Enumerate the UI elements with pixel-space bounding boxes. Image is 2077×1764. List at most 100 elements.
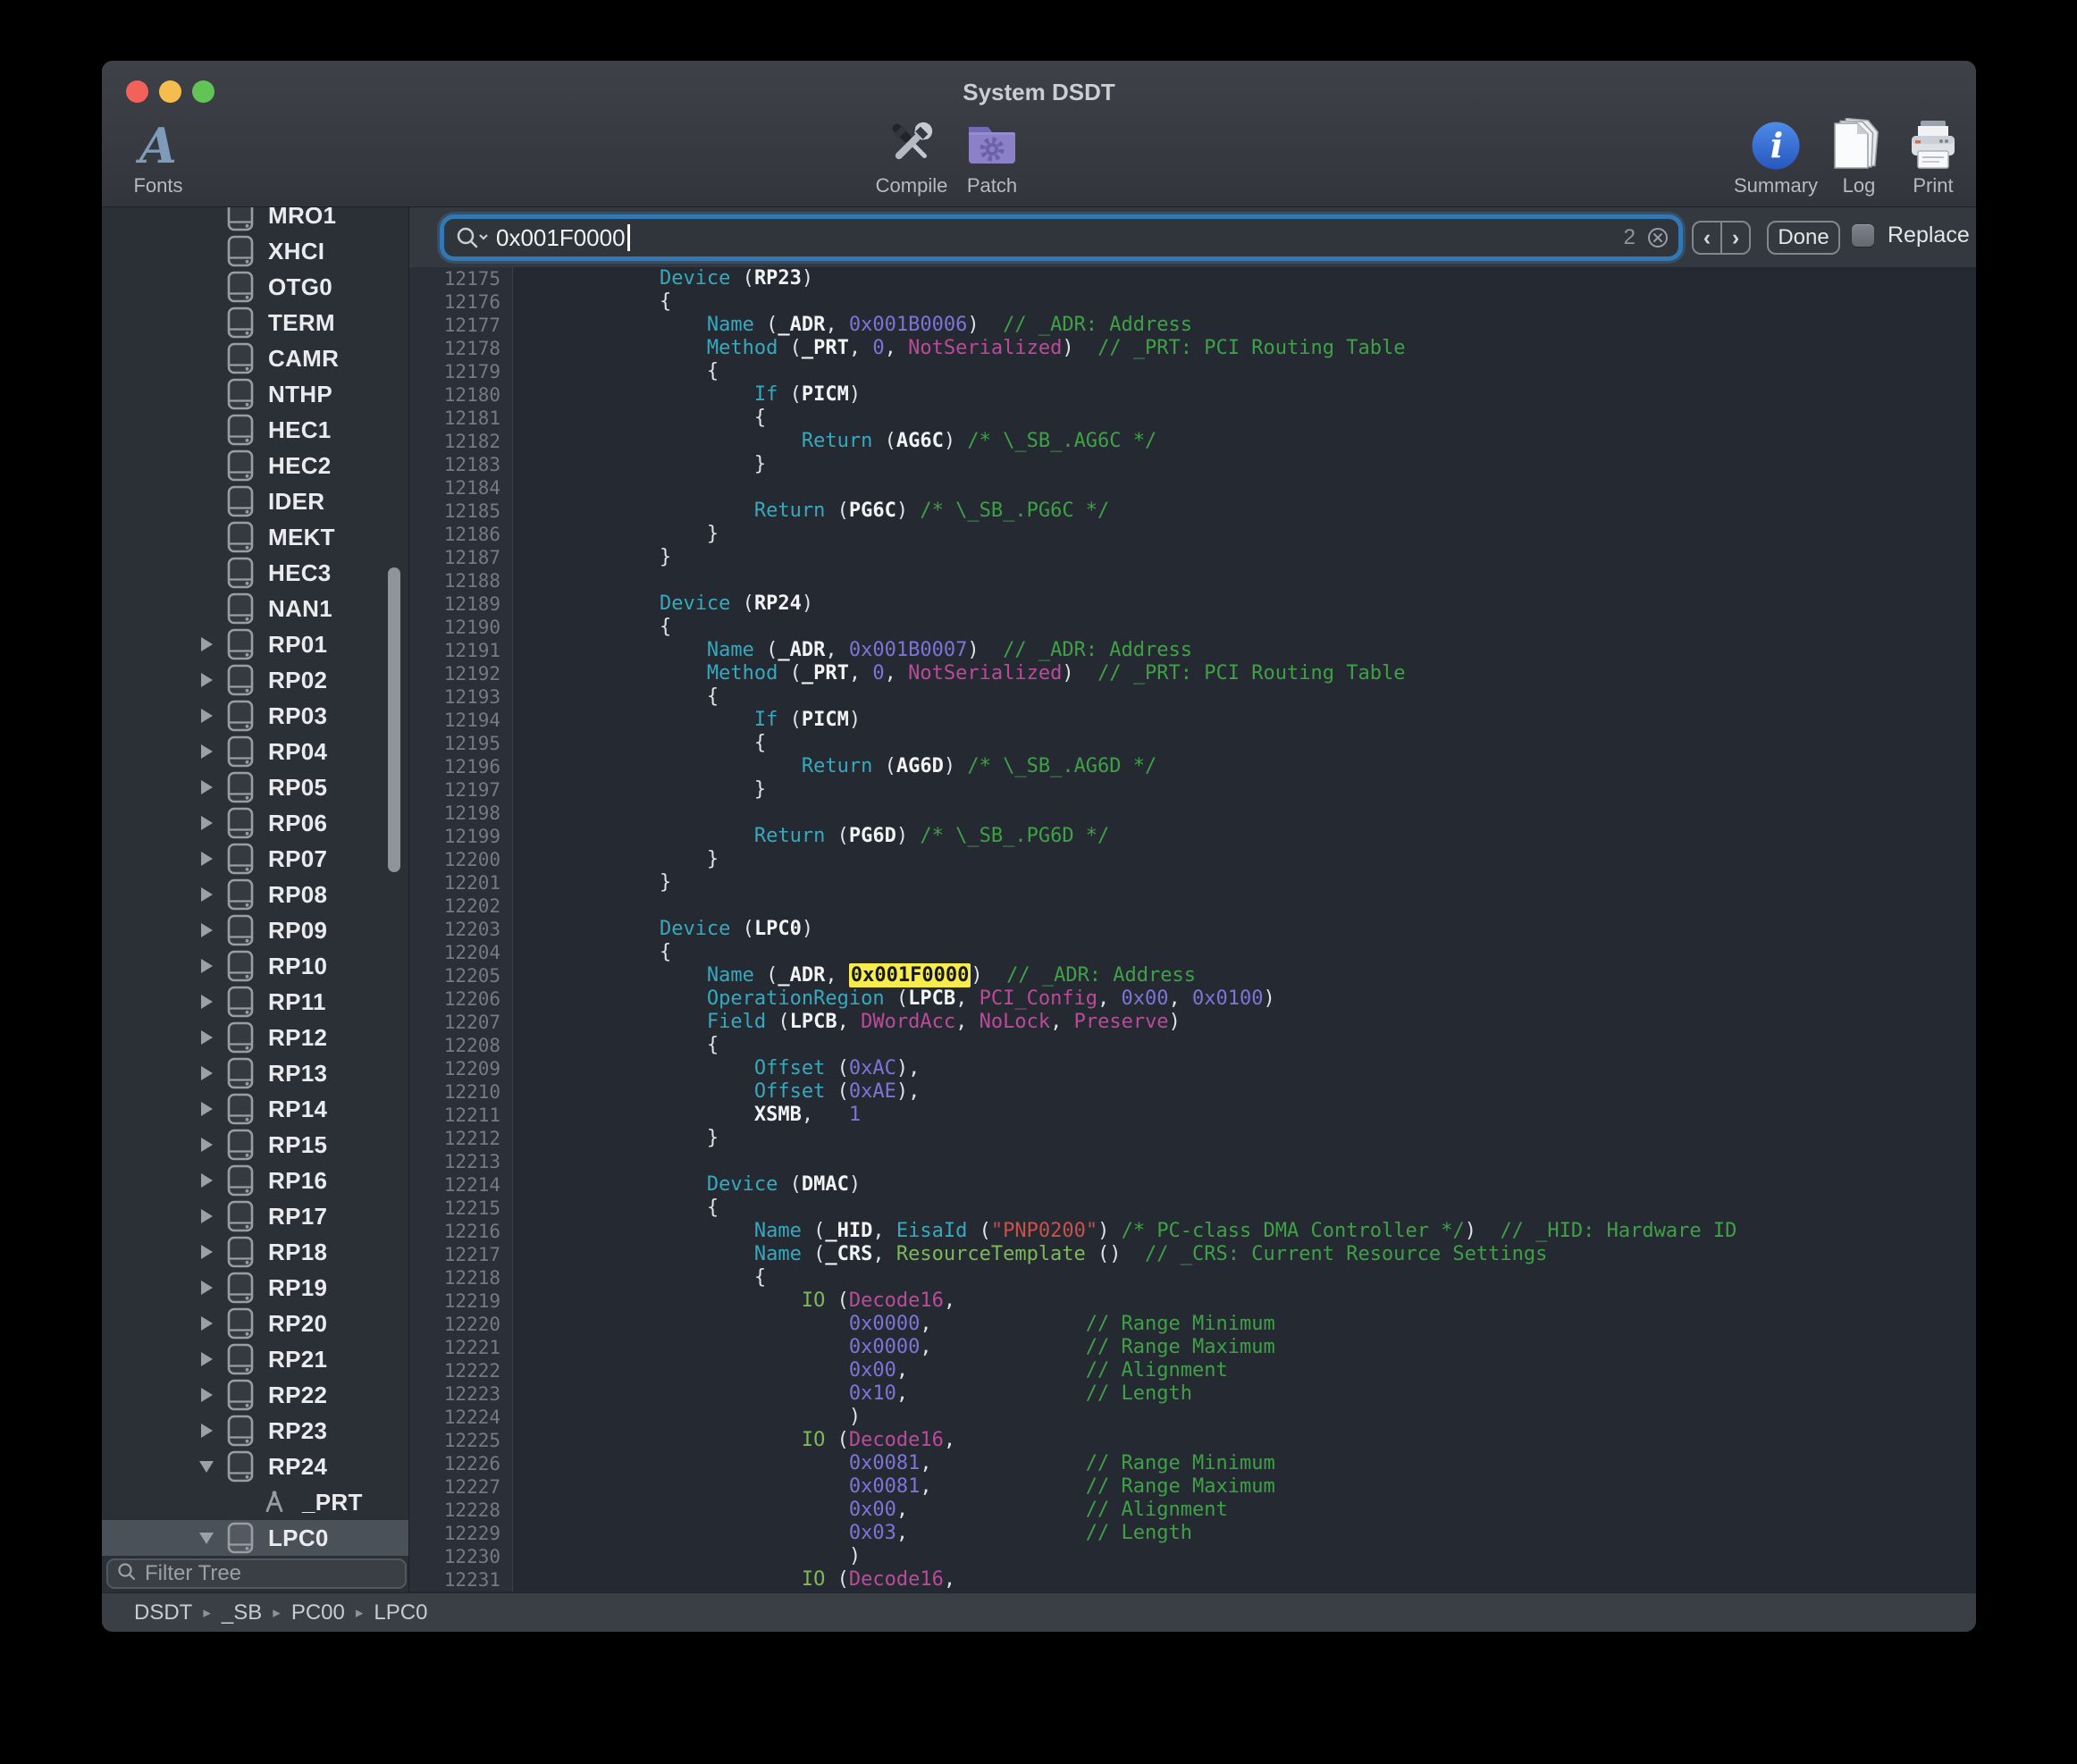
sidebar-item-rp01[interactable]: RP01 — [102, 626, 408, 662]
disclosure-triangle-icon[interactable] — [197, 1102, 216, 1116]
sidebar-item-mro1[interactable]: MRO1 — [102, 207, 408, 233]
sidebar-item-xhci[interactable]: XHCI — [102, 233, 408, 269]
sidebar-item-rp14[interactable]: RP14 — [102, 1091, 408, 1127]
disclosure-triangle-icon[interactable] — [197, 1138, 216, 1152]
disclosure-triangle-icon[interactable] — [197, 1030, 216, 1045]
sidebar-item-label: RP09 — [268, 917, 327, 945]
next-match-button[interactable]: › — [1722, 223, 1749, 253]
sidebar-item-rp08[interactable]: RP08 — [102, 877, 408, 912]
search-input[interactable]: 0x001F0000 2 — [444, 219, 1678, 256]
code-text: OperationRegion (LPCB, PCI_Config, 0x00,… — [513, 987, 1275, 1011]
device-icon — [227, 1093, 254, 1125]
done-button[interactable]: Done — [1767, 221, 1840, 255]
sidebar-item-camr[interactable]: CAMR — [102, 340, 408, 376]
fonts-button[interactable]: A Fonts — [118, 113, 198, 197]
sidebar-item-rp21[interactable]: RP21 — [102, 1341, 408, 1377]
sidebar-item-rp16[interactable]: RP16 — [102, 1163, 408, 1198]
sidebar-item-rp12[interactable]: RP12 — [102, 1020, 408, 1055]
sidebar-item-rp10[interactable]: RP10 — [102, 948, 408, 984]
line-number: 12221 — [409, 1336, 513, 1359]
disclosure-triangle-icon[interactable] — [197, 1424, 216, 1438]
disclosure-triangle-icon[interactable] — [197, 1281, 216, 1295]
breadcrumb-item[interactable]: DSDT — [134, 1600, 192, 1625]
device-icon — [227, 378, 254, 410]
sidebar-item-_prt[interactable]: _PRT — [102, 1484, 408, 1520]
breadcrumb-item[interactable]: LPC0 — [374, 1600, 427, 1625]
disclosure-triangle-icon[interactable] — [197, 1352, 216, 1366]
sidebar-item-rp02[interactable]: RP02 — [102, 662, 408, 698]
sidebar-item-rp17[interactable]: RP17 — [102, 1198, 408, 1234]
disclosure-triangle-icon[interactable] — [197, 1388, 216, 1402]
line-number: 12229 — [409, 1522, 513, 1545]
sidebar-item-label: RP07 — [268, 845, 327, 873]
disclosure-triangle-icon[interactable] — [197, 1209, 216, 1223]
sidebar-item-nan1[interactable]: NAN1 — [102, 591, 408, 626]
sidebar-item-rp18[interactable]: RP18 — [102, 1234, 408, 1270]
sidebar-item-rp24[interactable]: RP24 — [102, 1449, 408, 1484]
code-text — [513, 802, 517, 825]
disclosure-triangle-icon[interactable] — [197, 887, 216, 902]
code-editor[interactable]: 12175 Device (RP23)12176 {12177 Name (_A… — [409, 267, 1976, 1592]
code-text: Return (PG6C) /* \_SB_.PG6C */ — [513, 500, 1109, 523]
disclosure-triangle-icon[interactable] — [197, 709, 216, 723]
sidebar-item-rp22[interactable]: RP22 — [102, 1377, 408, 1413]
sidebar-item-rp15[interactable]: RP15 — [102, 1127, 408, 1163]
sidebar-item-nthp[interactable]: NTHP — [102, 376, 408, 412]
print-button[interactable]: Print — [1897, 113, 1969, 197]
sidebar-item-rp04[interactable]: RP04 — [102, 734, 408, 769]
clear-search-icon[interactable] — [1646, 226, 1669, 249]
disclosure-triangle-icon[interactable] — [197, 923, 216, 937]
disclosure-triangle-icon[interactable] — [197, 637, 216, 651]
sidebar-item-rp19[interactable]: RP19 — [102, 1270, 408, 1306]
patch-button[interactable]: Patch — [947, 113, 1037, 197]
disclosure-triangle-icon[interactable] — [197, 1461, 216, 1473]
sidebar-item-rp03[interactable]: RP03 — [102, 698, 408, 734]
sidebar-item-rp20[interactable]: RP20 — [102, 1306, 408, 1341]
sidebar-item-mekt[interactable]: MEKT — [102, 519, 408, 555]
line-number: 12230 — [409, 1545, 513, 1568]
sidebar-item-hec3[interactable]: HEC3 — [102, 555, 408, 591]
replace-checkbox[interactable] — [1852, 224, 1874, 247]
line-number: 12178 — [409, 337, 513, 360]
sidebar-item-rp07[interactable]: RP07 — [102, 841, 408, 877]
breadcrumb-item[interactable]: _SB — [222, 1600, 262, 1625]
disclosure-triangle-icon[interactable] — [197, 1066, 216, 1080]
sidebar-item-term[interactable]: TERM — [102, 305, 408, 340]
line-number: 12218 — [409, 1266, 513, 1289]
disclosure-triangle-icon[interactable] — [197, 1245, 216, 1259]
code-line: 12195 { — [409, 732, 1976, 755]
disclosure-triangle-icon[interactable] — [197, 673, 216, 687]
sidebar-item-otg0[interactable]: OTG0 — [102, 269, 408, 305]
sidebar-item-label: NAN1 — [268, 595, 332, 623]
previous-match-button[interactable]: ‹ — [1694, 223, 1722, 253]
sidebar-item-rp23[interactable]: RP23 — [102, 1413, 408, 1449]
sidebar-item-rp05[interactable]: RP05 — [102, 769, 408, 805]
sidebar-item-rp06[interactable]: RP06 — [102, 805, 408, 841]
code-text: XSMB, 1 — [513, 1104, 861, 1127]
disclosure-triangle-icon[interactable] — [197, 780, 216, 794]
sidebar-item-rp11[interactable]: RP11 — [102, 984, 408, 1020]
disclosure-triangle-icon[interactable] — [197, 744, 216, 759]
disclosure-triangle-icon[interactable] — [197, 1533, 216, 1544]
disclosure-triangle-icon[interactable] — [197, 995, 216, 1009]
disclosure-triangle-icon[interactable] — [197, 1173, 216, 1188]
summary-button[interactable]: i Summary — [1722, 113, 1829, 197]
code-line: 12227 0x0081, // Range Maximum — [409, 1475, 1976, 1499]
sidebar-item-rp09[interactable]: RP09 — [102, 912, 408, 948]
sidebar-scrollbar[interactable] — [388, 567, 400, 872]
filter-tree-input[interactable]: Filter Tree — [106, 1558, 407, 1589]
device-tree: MRO1XHCIOTG0TERMCAMRNTHPHEC1HEC2IDERMEKT… — [102, 207, 408, 1556]
disclosure-triangle-icon[interactable] — [197, 852, 216, 866]
breadcrumb-item[interactable]: PC00 — [291, 1600, 345, 1625]
disclosure-triangle-icon[interactable] — [197, 816, 216, 830]
sidebar-item-rp13[interactable]: RP13 — [102, 1055, 408, 1091]
line-number: 12195 — [409, 732, 513, 755]
disclosure-triangle-icon[interactable] — [197, 959, 216, 973]
sidebar-item-ider[interactable]: IDER — [102, 483, 408, 519]
sidebar-item-lpc0[interactable]: LPC0 — [102, 1520, 408, 1556]
disclosure-triangle-icon[interactable] — [197, 1316, 216, 1331]
sidebar-item-hec2[interactable]: HEC2 — [102, 448, 408, 483]
info-icon: i — [1750, 113, 1802, 172]
sidebar-item-hec1[interactable]: HEC1 — [102, 412, 408, 448]
log-button[interactable]: Log — [1828, 113, 1890, 197]
